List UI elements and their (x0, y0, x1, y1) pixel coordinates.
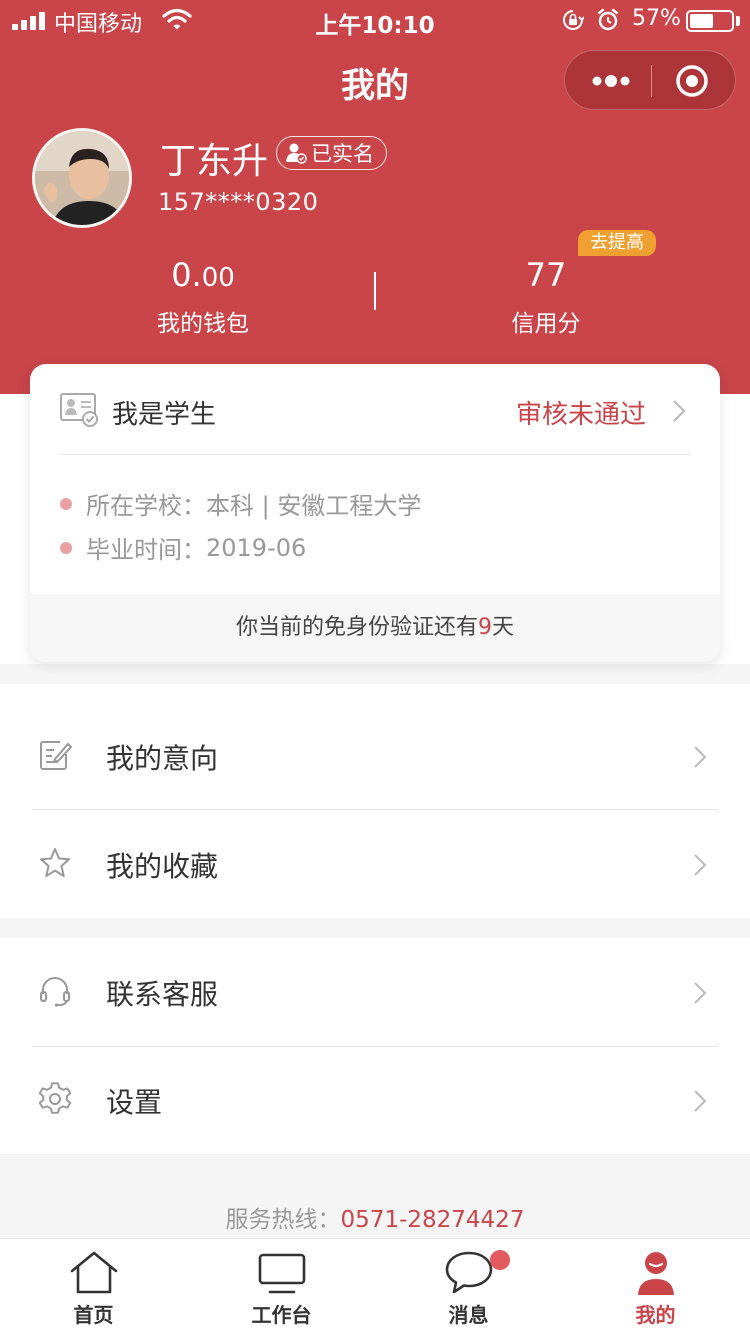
divider (60, 454, 690, 455)
graduation-row: 毕业时间： 2019-06 (60, 530, 306, 565)
tab-bar: 首页 工作台 消息 我的 (0, 1238, 750, 1334)
alarm-icon (597, 8, 619, 31)
chevron-right-icon (694, 854, 707, 876)
tab-home[interactable]: 首页 (0, 1239, 187, 1334)
close-target-icon[interactable] (675, 64, 709, 98)
battery-level (690, 14, 713, 28)
home-icon (70, 1251, 117, 1294)
more-icon[interactable] (591, 72, 631, 90)
chevron-right-icon (694, 1090, 707, 1112)
battery-percent: 57% (632, 6, 681, 31)
chevron-right-icon (694, 982, 707, 1004)
graduation-label: 毕业时间： (86, 536, 206, 564)
menu-item-intent[interactable]: 我的意向 (0, 702, 750, 810)
improve-credit-badge[interactable]: 去提高 (578, 230, 656, 256)
star-icon (40, 848, 70, 877)
rotation-lock-icon (563, 10, 584, 30)
tab-workbench[interactable]: 工作台 (188, 1239, 375, 1334)
school-value: 本科 | 安徽工程大学 (206, 492, 422, 520)
hotline-number[interactable]: 0571-28274427 (341, 1207, 525, 1233)
avatar[interactable] (32, 128, 132, 228)
menu-label-support: 联系客服 (106, 978, 219, 1011)
tab-label-home: 首页 (73, 1303, 114, 1327)
tab-mine[interactable]: 我的 (562, 1239, 749, 1334)
verified-badge: 已实名 (276, 136, 387, 170)
gear-icon (38, 1082, 72, 1114)
tab-label-mine: 我的 (635, 1303, 676, 1327)
credit-label[interactable]: 信用分 (444, 304, 648, 338)
verification-notice: 你当前的免身份验证还有9天 (30, 594, 720, 662)
bullet-dot (60, 541, 72, 554)
menu-item-settings[interactable]: 设置 (0, 1046, 750, 1154)
battery-cap (736, 16, 740, 26)
stats-divider (374, 272, 376, 310)
tab-label-messages: 消息 (448, 1303, 489, 1327)
menu-item-support[interactable]: 联系客服 (0, 938, 750, 1046)
menu-label-intent: 我的意向 (106, 742, 219, 775)
headset-icon (40, 977, 70, 1007)
miniprogram-capsule (564, 50, 736, 110)
monitor-icon (258, 1253, 305, 1294)
wallet-label[interactable]: 我的钱包 (100, 304, 306, 338)
phone-number: 157****0320 (158, 188, 319, 216)
unread-badge (490, 1250, 510, 1270)
school-row: 所在学校： 本科 | 安徽工程大学 (60, 486, 421, 521)
menu-group-secondary: 联系客服 设置 (0, 938, 750, 1154)
chevron-right-icon[interactable] (670, 398, 688, 424)
tab-label-workbench: 工作台 (251, 1303, 312, 1327)
bullet-dot (60, 497, 72, 510)
student-card: 我是学生 审核未通过 所在学校： 本科 | 安徽工程大学 毕业时间： 2019-… (30, 364, 720, 662)
school-label: 所在学校： (86, 492, 206, 520)
wallet-balance[interactable]: 0.00 (100, 256, 306, 294)
student-id-icon (60, 393, 98, 427)
chevron-right-icon (694, 746, 707, 768)
capsule-divider (651, 65, 652, 97)
menu-group-primary: 我的意向 我的收藏 (0, 684, 750, 918)
service-hotline: 服务热线：0571-28274427 (0, 1200, 750, 1234)
edit-icon (40, 741, 72, 770)
hotline-label: 服务热线： (225, 1207, 341, 1233)
graduation-value: 2019-06 (206, 533, 307, 562)
chat-bubble-icon (445, 1251, 492, 1294)
wallet-decimal: 00 (201, 263, 235, 293)
menu-item-favorites[interactable]: 我的收藏 (0, 810, 750, 918)
menu-label-favorites: 我的收藏 (106, 850, 219, 883)
status-bar: 中国移动 上午10:10 57% (0, 0, 750, 40)
wallet-int: 0. (171, 256, 202, 294)
verified-user-icon (286, 143, 307, 164)
tab-messages[interactable]: 消息 (375, 1239, 562, 1334)
notice-prefix: 你当前的免身份验证还有 (235, 615, 478, 640)
menu-label-settings: 设置 (106, 1086, 163, 1119)
user-name: 丁东升 (160, 141, 269, 182)
notice-suffix: 天 (492, 615, 515, 640)
student-card-title: 我是学生 (112, 400, 217, 430)
notice-days: 9 (478, 615, 492, 640)
credit-score[interactable]: 77 (444, 256, 648, 294)
verification-status[interactable]: 审核未通过 (516, 394, 646, 431)
user-icon (637, 1252, 674, 1295)
verified-label: 已实名 (311, 142, 374, 166)
battery-icon (686, 10, 734, 32)
